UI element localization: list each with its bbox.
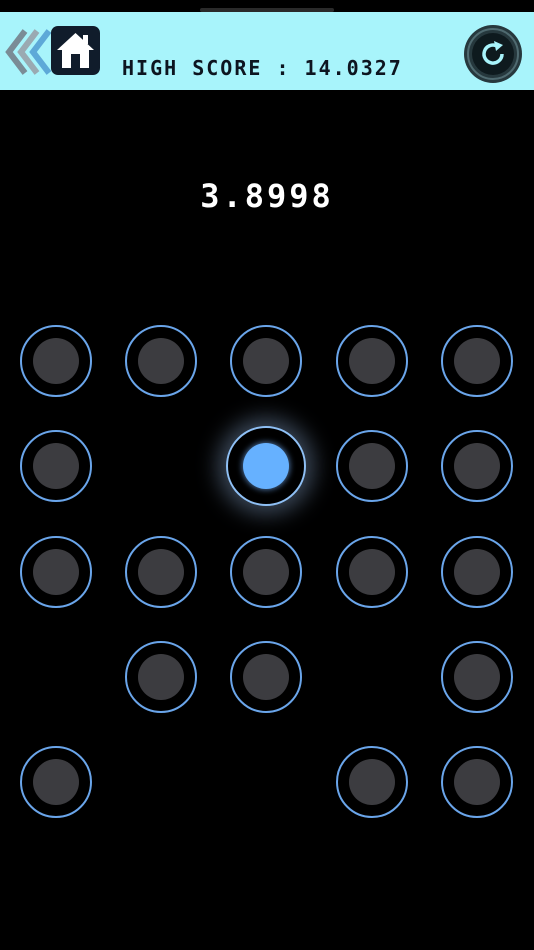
grid-dot[interactable] [125, 325, 197, 397]
dot-core [33, 443, 79, 489]
dot-core [138, 654, 184, 700]
dot-core [349, 443, 395, 489]
grid-dot[interactable] [20, 536, 92, 608]
grid-dot[interactable] [441, 325, 513, 397]
grid-dot[interactable] [336, 746, 408, 818]
grid-dot[interactable] [125, 536, 197, 608]
grid-dot[interactable] [20, 746, 92, 818]
dot-core [243, 549, 289, 595]
grid-dot[interactable] [336, 325, 408, 397]
dot-core [349, 338, 395, 384]
dot-core [33, 338, 79, 384]
dot-core [138, 549, 184, 595]
grid-dot[interactable] [125, 641, 197, 713]
grid-dot[interactable] [336, 536, 408, 608]
grid-dot[interactable] [441, 536, 513, 608]
dot-grid [0, 0, 534, 950]
dot-core [454, 338, 500, 384]
grid-dot[interactable] [336, 430, 408, 502]
game-screen: HIGH SCORE : 14.0327 3.8998 [0, 0, 534, 950]
grid-dot[interactable] [230, 641, 302, 713]
grid-dot[interactable] [20, 430, 92, 502]
dot-core [138, 338, 184, 384]
grid-dot[interactable] [230, 325, 302, 397]
grid-dot[interactable] [441, 430, 513, 502]
dot-core [243, 654, 289, 700]
dot-core [454, 759, 500, 805]
dot-core [454, 549, 500, 595]
grid-dot[interactable] [20, 325, 92, 397]
dot-core [454, 443, 500, 489]
dot-core [454, 654, 500, 700]
grid-dot[interactable] [441, 641, 513, 713]
dot-core [349, 549, 395, 595]
dot-core [33, 759, 79, 805]
dot-core [349, 759, 395, 805]
dot-core [33, 549, 79, 595]
grid-dot[interactable] [230, 536, 302, 608]
grid-dot[interactable] [441, 746, 513, 818]
dot-core [243, 338, 289, 384]
lit-dot[interactable] [226, 426, 306, 506]
dot-core [243, 443, 289, 489]
